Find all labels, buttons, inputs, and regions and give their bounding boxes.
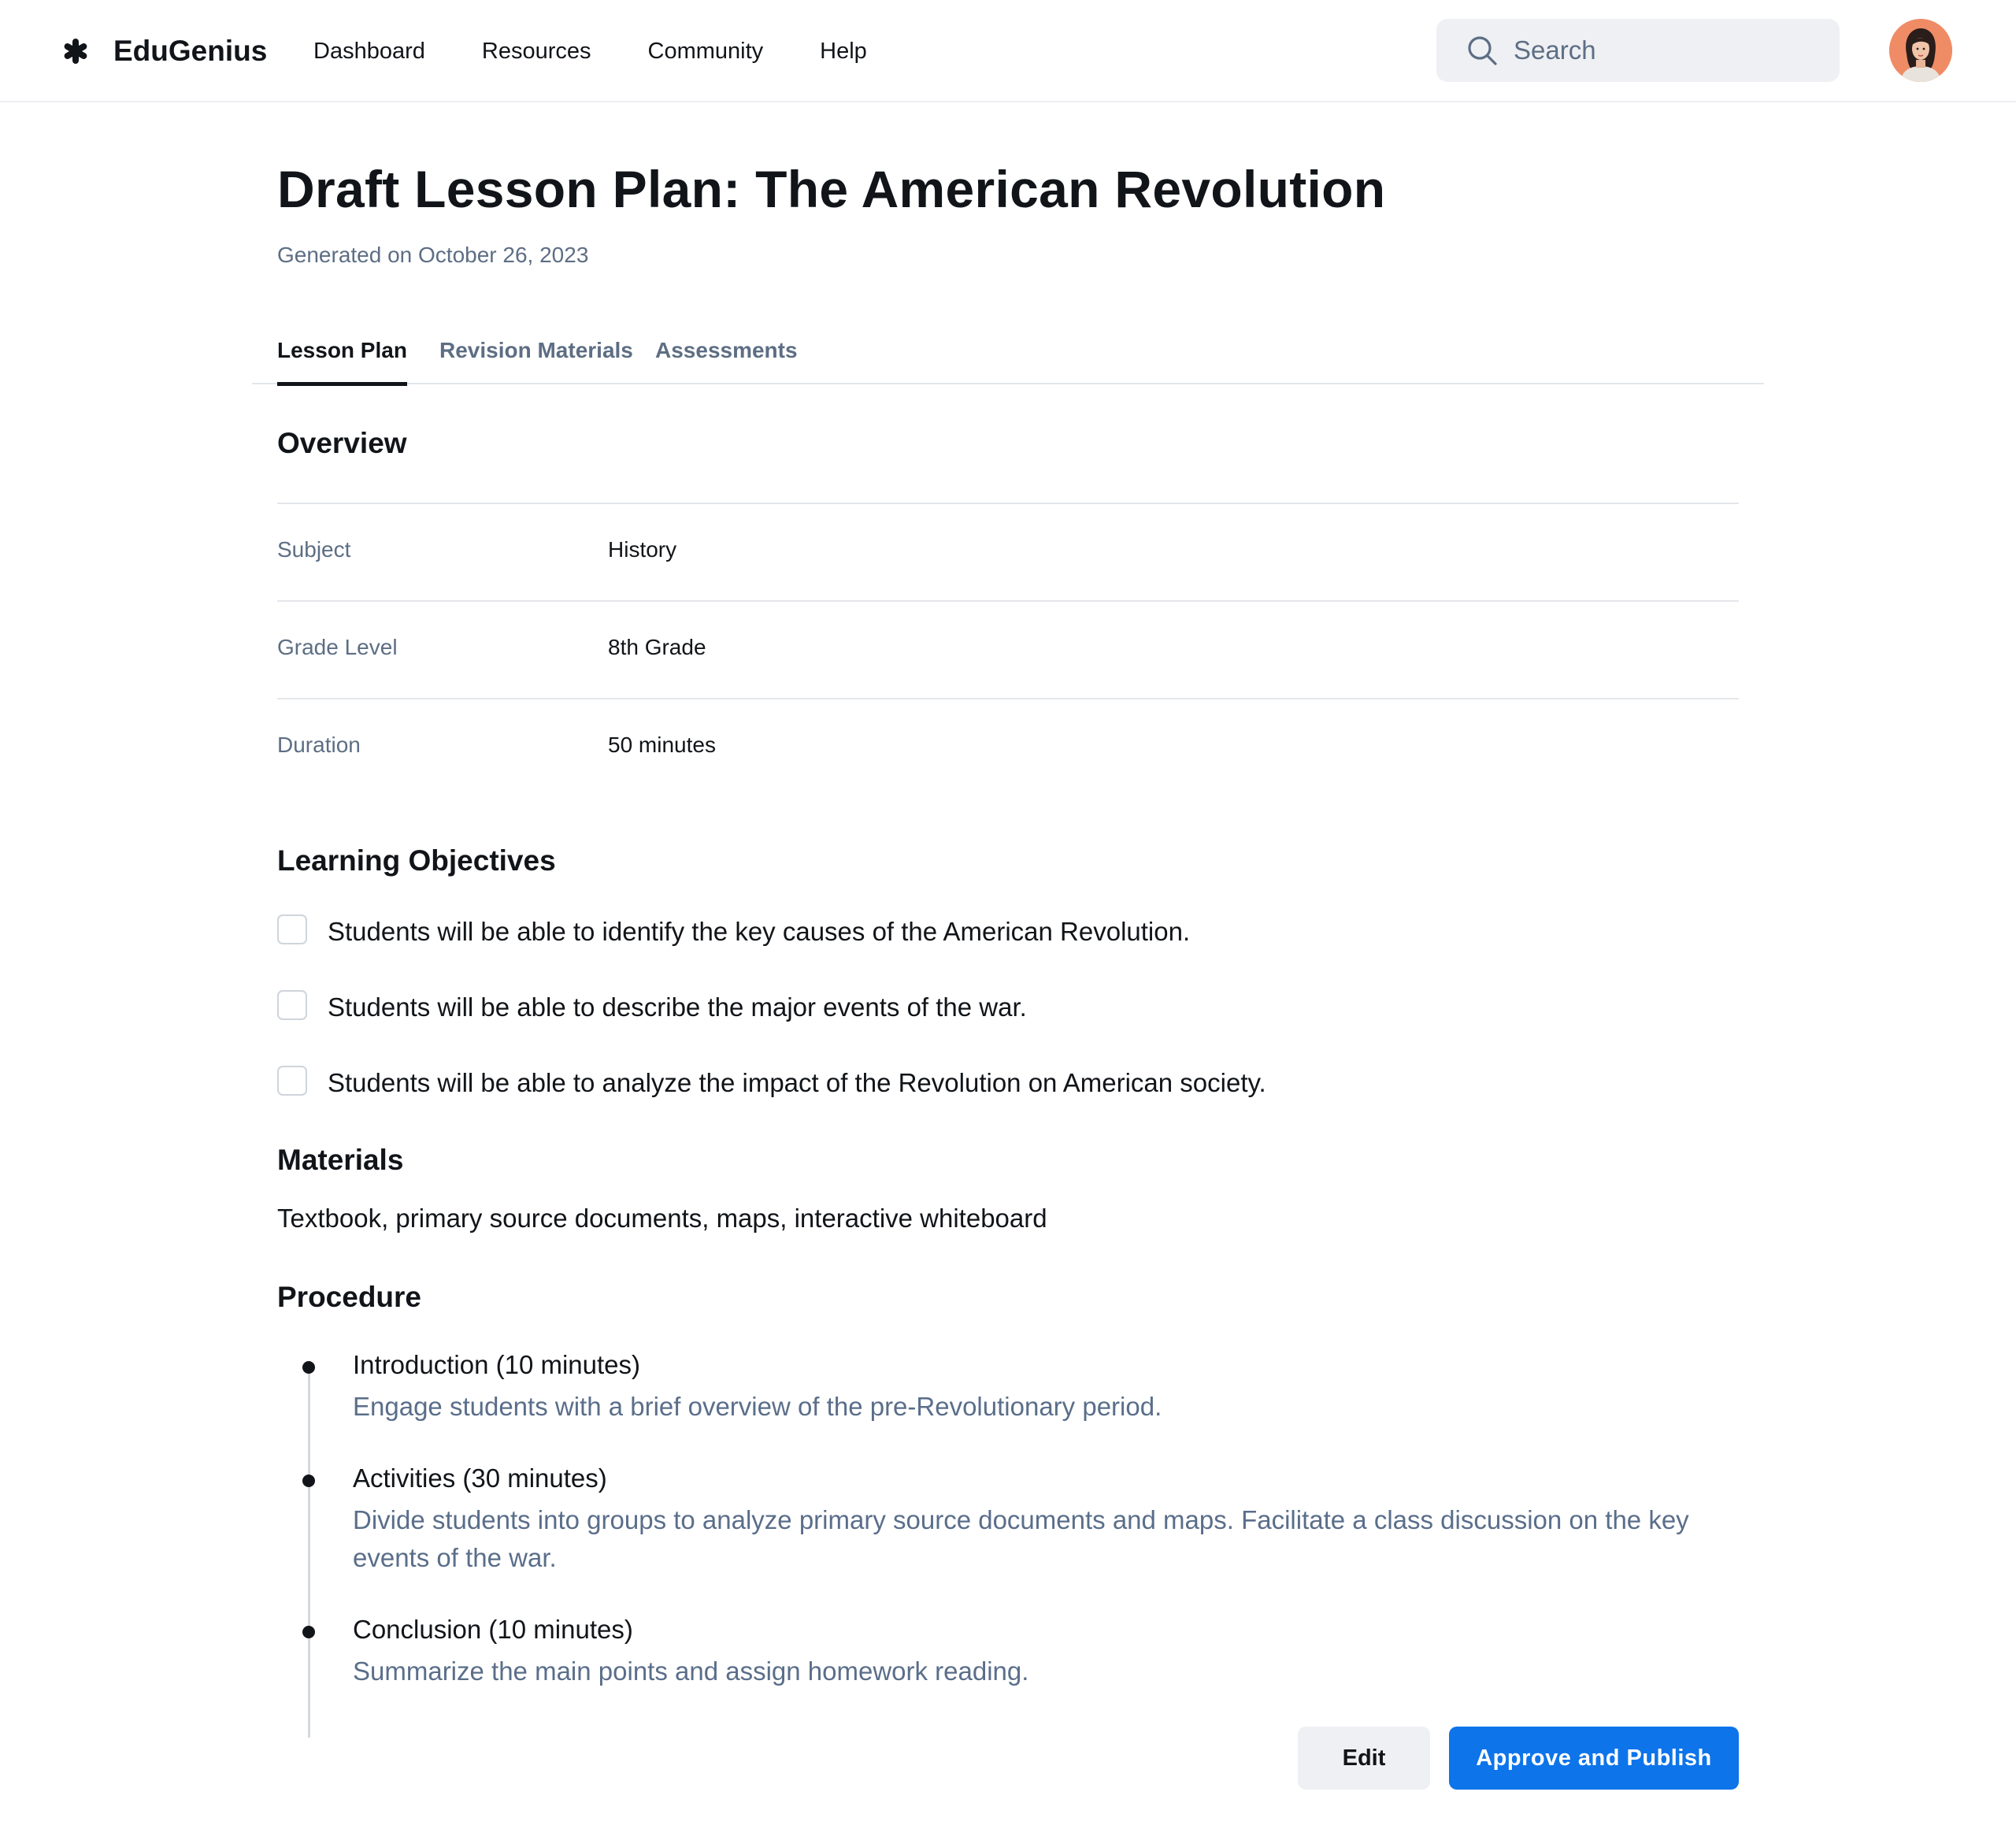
top-navigation-bar: EduGenius Dashboard Resources Community … (0, 0, 2016, 102)
overview-value: 50 minutes (608, 733, 716, 757)
step-title: Activities (30 minutes) (353, 1463, 607, 1493)
user-avatar[interactable] (1889, 19, 1952, 82)
objective-item[interactable]: Students will be able to identify the ke… (277, 912, 1190, 952)
tab-revision-materials[interactable]: Revision Materials (439, 313, 633, 384)
procedure-heading: Procedure (277, 1281, 422, 1313)
step-description: Divide students into groups to analyze p… (353, 1505, 1689, 1572)
objective-text: Students will be able to analyze the imp… (328, 1068, 1266, 1097)
objective-checkbox[interactable] (277, 1066, 307, 1096)
timeline-dot-icon (302, 1475, 315, 1487)
nav-help[interactable]: Help (820, 39, 867, 65)
tab-lesson-plan[interactable]: Lesson Plan (277, 313, 407, 386)
tab-bar: Lesson Plan Revision Materials Assessmen… (252, 313, 1764, 386)
step-title: Introduction (10 minutes) (353, 1350, 641, 1379)
nav-dashboard[interactable]: Dashboard (313, 39, 425, 65)
brand-name: EduGenius (113, 35, 268, 67)
timeline-dot-icon (302, 1626, 315, 1638)
approve-and-publish-button[interactable]: Approve and Publish (1449, 1727, 1739, 1790)
nav-community[interactable]: Community (648, 39, 764, 65)
learning-objectives-heading: Learning Objectives (277, 844, 556, 877)
overview-label: Grade Level (277, 635, 398, 659)
nav-resources[interactable]: Resources (482, 39, 591, 65)
objective-item[interactable]: Students will be able to describe the ma… (277, 988, 1027, 1027)
search-icon (1468, 36, 1497, 65)
timeline-dot-icon (302, 1361, 315, 1374)
search-box[interactable] (1436, 19, 1840, 82)
tab-assessments[interactable]: Assessments (655, 313, 798, 384)
asterisk-logo-icon (64, 39, 87, 64)
edit-button[interactable]: Edit (1298, 1727, 1430, 1790)
overview-row-subject: Subject History (277, 503, 1739, 600)
objective-checkbox[interactable] (277, 990, 307, 1020)
overview-heading: Overview (277, 427, 407, 459)
search-input[interactable] (1514, 35, 1813, 65)
procedure-timeline-line (308, 1367, 310, 1738)
overview-label: Duration (277, 733, 361, 757)
materials-text: Textbook, primary source documents, maps… (277, 1204, 1047, 1233)
step-description: Engage students with a brief overview of… (353, 1392, 1162, 1421)
page-title: Draft Lesson Plan: The American Revoluti… (277, 160, 1386, 218)
overview-table: Subject History Grade Level 8th Grade Du… (277, 503, 1739, 796)
overview-row-grade-level: Grade Level 8th Grade (277, 600, 1739, 698)
main-nav: Dashboard Resources Community Help (313, 32, 924, 71)
objective-text: Students will be able to describe the ma… (328, 992, 1027, 1022)
overview-row-duration: Duration 50 minutes (277, 698, 1739, 796)
objective-checkbox[interactable] (277, 914, 307, 944)
brand[interactable]: EduGenius (61, 32, 267, 71)
step-description: Summarize the main points and assign hom… (353, 1656, 1029, 1686)
step-title: Conclusion (10 minutes) (353, 1615, 633, 1644)
user-avatar-icon (1889, 19, 1952, 82)
generated-date: Generated on October 26, 2023 (277, 243, 589, 267)
overview-label: Subject (277, 537, 351, 562)
objective-item[interactable]: Students will be able to analyze the imp… (277, 1063, 1266, 1103)
objective-text: Students will be able to identify the ke… (328, 917, 1191, 946)
overview-value: 8th Grade (608, 635, 706, 659)
overview-value: History (608, 537, 677, 562)
materials-heading: Materials (277, 1144, 404, 1176)
